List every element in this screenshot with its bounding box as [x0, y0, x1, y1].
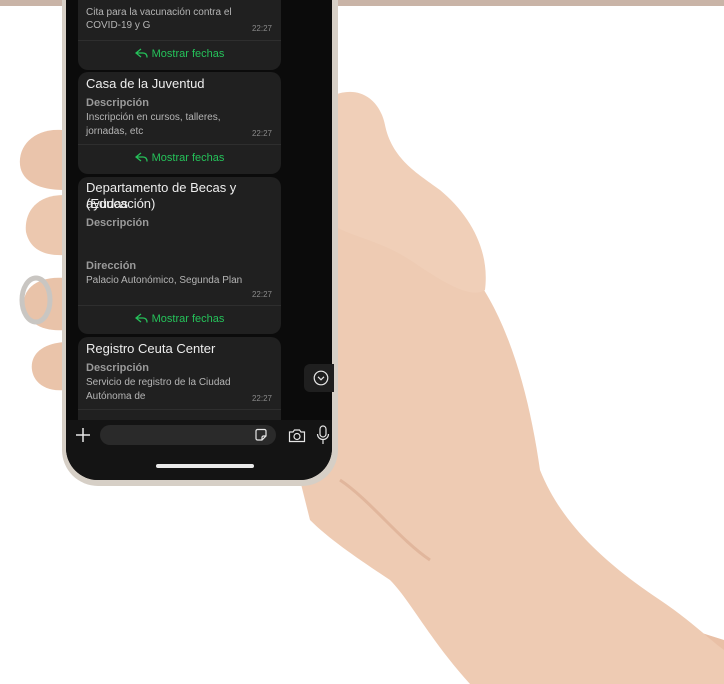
message-card: Departamento de Becas y ayudas (Educació…: [78, 177, 281, 334]
description-text: Servicio de registro de la Ciudad: [86, 377, 231, 388]
message-time: 22:27: [251, 129, 272, 138]
description-label: Descripción: [86, 97, 149, 109]
message-card: Casa de la Juventud Descripción Inscripc…: [78, 72, 281, 174]
plus-icon[interactable]: [75, 427, 91, 443]
reply-icon: [134, 48, 148, 58]
chevron-down-circle-icon: [313, 370, 329, 386]
divider: [78, 40, 281, 41]
description-text: Autónoma de: [86, 391, 146, 402]
description-label: Descripción: [86, 362, 149, 374]
description-label: Descripción: [86, 217, 149, 229]
sticker-icon[interactable]: [254, 428, 268, 442]
message-time: 22:27: [251, 290, 272, 299]
address-label: Dirección: [86, 260, 137, 272]
chat-screen: Cita para la vacunación contra el COVID-…: [66, 0, 332, 420]
phone-display: Cita para la vacunación contra el COVID-…: [66, 0, 332, 480]
show-dates-button[interactable]: Mostrar fechas: [78, 48, 281, 60]
message-card: Registro Ceuta Center Descripción Servic…: [78, 337, 281, 420]
show-dates-label: Mostrar fechas: [151, 313, 225, 325]
camera-icon[interactable]: [288, 428, 306, 443]
scroll-down-button[interactable]: [304, 364, 334, 392]
message-title: Casa de la Juventud: [86, 76, 205, 91]
show-dates-button[interactable]: Mostrar fechas: [78, 152, 281, 164]
show-dates-button[interactable]: Mostrar fechas: [78, 313, 281, 325]
description-text: jornadas, etc: [86, 126, 144, 137]
message-title: (Educación): [86, 196, 156, 211]
address-text: Palacio Autonómico, Segunda Plan: [86, 275, 243, 286]
message-time: 22:27: [251, 24, 272, 33]
message-time: 22:27: [251, 394, 272, 403]
message-card: Cita para la vacunación contra el COVID-…: [78, 0, 281, 70]
show-dates-label: Mostrar fechas: [151, 48, 225, 60]
message-title: Registro Ceuta Center: [86, 341, 216, 356]
home-indicator[interactable]: [156, 464, 254, 468]
divider: [78, 409, 281, 410]
description-text: Inscripción en cursos, talleres,: [86, 112, 221, 123]
show-dates-label: Mostrar fechas: [151, 152, 225, 164]
composer-bar: [66, 420, 332, 480]
message-text: COVID-19 y G: [86, 20, 151, 31]
message-input[interactable]: [100, 425, 276, 445]
reply-icon: [134, 152, 148, 162]
divider: [78, 305, 281, 306]
microphone-icon[interactable]: [316, 425, 330, 445]
divider: [78, 144, 281, 145]
reply-icon: [134, 313, 148, 323]
message-text: Cita para la vacunación contra el: [86, 7, 232, 18]
